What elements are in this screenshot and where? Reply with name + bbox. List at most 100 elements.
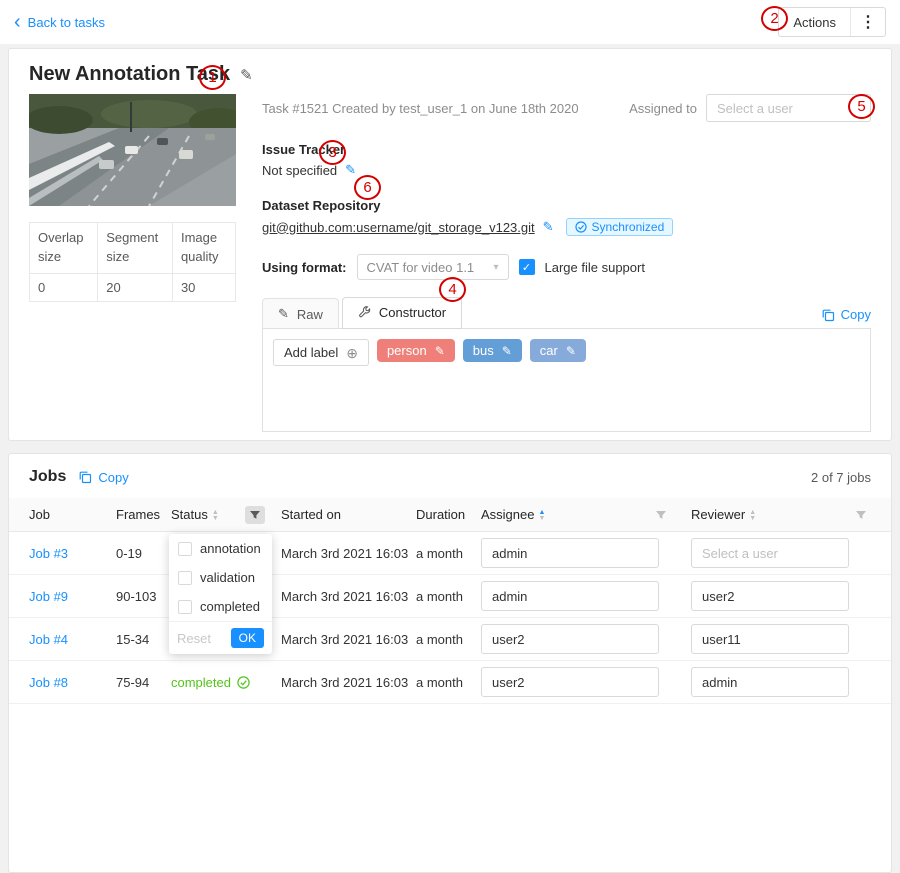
- job-assignee-input[interactable]: [481, 581, 659, 611]
- job-started-on: March 3rd 2021 16:03: [281, 589, 416, 604]
- format-row: Using format: CVAT for video 1.1 ▾ ✓ Lar…: [262, 254, 871, 280]
- edit-label-icon[interactable]: ✎: [502, 344, 512, 358]
- plus-circle-icon: ⊕: [346, 346, 358, 360]
- status-filter-dropdown: annotation validation completed Reset OK: [169, 534, 272, 654]
- job-frames: 75-94: [116, 675, 171, 690]
- params-value-row: 0 20 30: [30, 273, 236, 301]
- sort-down-icon: ▼: [538, 515, 545, 521]
- filter-ok-button[interactable]: OK: [231, 628, 264, 648]
- task-meta-row: Task #1521 Created by test_user_1 on Jun…: [262, 94, 871, 122]
- job-reviewer-input[interactable]: [691, 667, 849, 697]
- assignee-select-input[interactable]: [706, 94, 871, 122]
- param-header-overlap: Overlap size: [30, 223, 98, 274]
- label-chip-bus[interactable]: bus ✎: [463, 339, 522, 362]
- completed-checkbox[interactable]: [178, 600, 192, 614]
- format-selected-value: CVAT for video 1.1: [367, 260, 475, 275]
- param-header-quality: Image quality: [172, 223, 235, 274]
- actions-button[interactable]: Actions ⋮: [778, 7, 886, 37]
- using-format-label: Using format:: [262, 260, 347, 275]
- job-assignee-input[interactable]: [481, 667, 659, 697]
- job-link[interactable]: Job #8: [29, 675, 116, 690]
- tab-constructor[interactable]: Constructor: [342, 297, 462, 329]
- job-reviewer-input[interactable]: [691, 538, 849, 568]
- task-preview-image: [29, 94, 236, 206]
- labels-copy-label: Copy: [841, 307, 871, 322]
- add-label-text: Add label: [284, 345, 338, 360]
- back-chevron-icon: ‹: [14, 15, 21, 29]
- column-header-started-on: Started on: [281, 507, 416, 522]
- column-header-status: Status ▲ ▼: [171, 506, 281, 524]
- tab-raw-label: Raw: [297, 307, 323, 322]
- labels-constructor-panel: Add label ⊕ person ✎ bus ✎ car ✎: [262, 328, 871, 432]
- job-link[interactable]: Job #9: [29, 589, 116, 604]
- task-right-column: Task #1521 Created by test_user_1 on Jun…: [262, 94, 871, 432]
- reviewer-sorter[interactable]: ▲ ▼: [749, 509, 756, 521]
- filter-option-validation[interactable]: validation: [169, 563, 272, 592]
- job-assignee-input[interactable]: [481, 538, 659, 568]
- job-reviewer-input[interactable]: [691, 581, 849, 611]
- top-bar: ‹ Back to tasks Actions ⋮: [0, 0, 900, 44]
- job-row: Job #4 15-34 March 3rd 2021 16:03 a mont…: [9, 618, 891, 661]
- reviewer-filter-icon[interactable]: [855, 509, 867, 521]
- large-file-label: Large file support: [545, 260, 645, 275]
- completed-check-icon: [237, 676, 250, 689]
- job-reviewer-cell: [691, 624, 871, 654]
- filter-reset-button[interactable]: Reset: [177, 631, 211, 646]
- label-chip-person[interactable]: person ✎: [377, 339, 455, 362]
- assignee-header-label: Assignee: [481, 507, 534, 522]
- status-header-label: Status: [171, 507, 208, 522]
- assigned-to-label: Assigned to: [629, 101, 697, 116]
- job-duration: a month: [416, 632, 481, 647]
- large-file-checkbox[interactable]: ✓: [519, 259, 535, 275]
- add-label-button[interactable]: Add label ⊕: [273, 339, 369, 366]
- param-value-overlap: 0: [30, 273, 98, 301]
- label-chip-car[interactable]: car ✎: [530, 339, 586, 362]
- filter-option-label: validation: [200, 570, 255, 585]
- task-detail-card: New Annotation Task ✎: [8, 48, 892, 441]
- edit-title-icon[interactable]: ✎: [240, 66, 253, 84]
- job-assignee-input[interactable]: [481, 624, 659, 654]
- annotation-checkbox[interactable]: [178, 542, 192, 556]
- params-header-row: Overlap size Segment size Image quality: [30, 223, 236, 274]
- back-to-tasks-link[interactable]: ‹ Back to tasks: [14, 15, 105, 30]
- edit-issue-tracker-icon[interactable]: ✎: [345, 162, 356, 178]
- more-vertical-icon[interactable]: ⋮: [851, 12, 885, 32]
- tab-raw[interactable]: ✎ Raw: [262, 298, 339, 329]
- jobs-copy-button[interactable]: Copy: [78, 470, 128, 485]
- task-parameters-table: Overlap size Segment size Image quality …: [29, 222, 236, 302]
- job-link[interactable]: Job #4: [29, 632, 116, 647]
- status-filter-icon[interactable]: [245, 506, 265, 524]
- label-chip-bus-name: bus: [473, 343, 494, 358]
- job-row: Job #9 90-103 March 3rd 2021 16:03 a mon…: [9, 575, 891, 618]
- status-sorter[interactable]: ▲ ▼: [212, 509, 219, 521]
- sync-badge-label: Synchronized: [592, 220, 665, 234]
- job-link[interactable]: Job #3: [29, 546, 116, 561]
- label-chip-person-name: person: [387, 343, 427, 358]
- repository-url[interactable]: git@github.com:username/git_storage_v123…: [262, 220, 535, 235]
- job-assignee-cell: [481, 624, 691, 654]
- job-row: Job #3 0-19 March 3rd 2021 16:03 a month: [9, 532, 891, 575]
- task-title-row: New Annotation Task ✎: [29, 63, 871, 86]
- column-header-reviewer: Reviewer ▲ ▼: [691, 507, 871, 522]
- column-header-duration: Duration: [416, 507, 481, 522]
- labels-copy-button[interactable]: Copy: [821, 307, 871, 328]
- jobs-copy-label: Copy: [98, 470, 128, 485]
- job-assignee-cell: [481, 667, 691, 697]
- assignee-filter-icon[interactable]: [655, 509, 667, 521]
- task-body: Overlap size Segment size Image quality …: [29, 94, 871, 432]
- task-meta-text: Task #1521 Created by test_user_1 on Jun…: [262, 101, 579, 116]
- column-header-assignee: Assignee ▲ ▼: [481, 507, 691, 522]
- task-title: New Annotation Task: [29, 63, 230, 86]
- sync-status-badge[interactable]: Synchronized: [566, 218, 674, 236]
- filter-option-annotation[interactable]: annotation: [169, 534, 272, 563]
- edit-label-icon[interactable]: ✎: [566, 344, 576, 358]
- edit-label-icon[interactable]: ✎: [435, 344, 445, 358]
- filter-option-completed[interactable]: completed: [169, 592, 272, 621]
- edit-repository-icon[interactable]: ✎: [543, 219, 554, 235]
- param-value-segment: 20: [98, 273, 173, 301]
- job-reviewer-input[interactable]: [691, 624, 849, 654]
- actions-button-label: Actions: [779, 15, 850, 30]
- validation-checkbox[interactable]: [178, 571, 192, 585]
- format-select[interactable]: CVAT for video 1.1 ▾: [357, 254, 509, 280]
- assignee-sorter[interactable]: ▲ ▼: [538, 509, 545, 521]
